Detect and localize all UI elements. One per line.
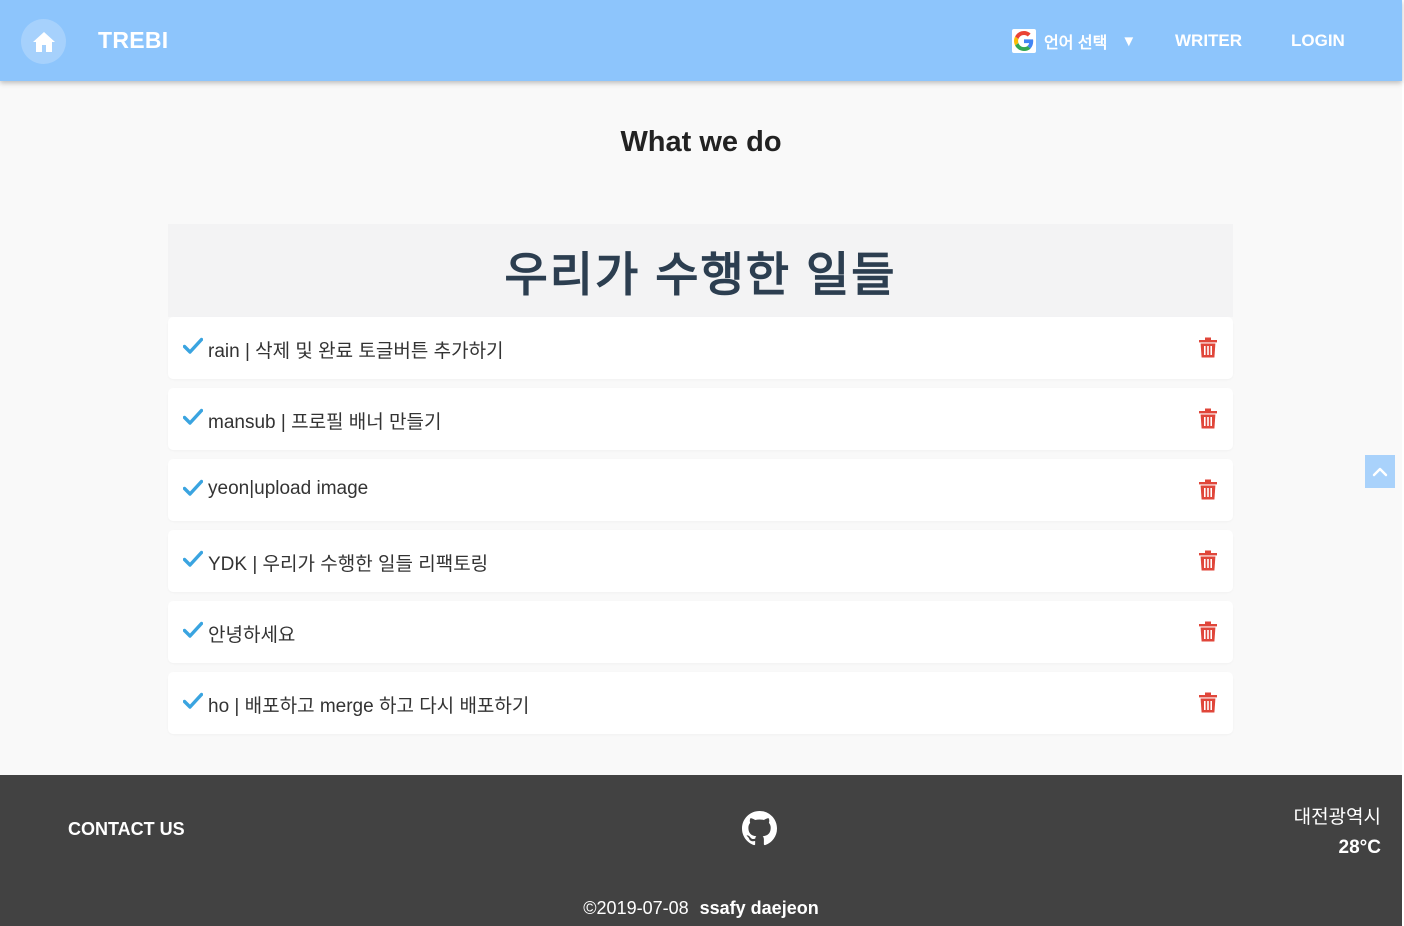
footer: CONTACT US 대전광역시 28°C ©2019-07-08 ssafy … bbox=[0, 775, 1402, 926]
check-icon[interactable] bbox=[183, 550, 203, 568]
todo-text: yeon|upload image bbox=[208, 478, 369, 499]
scroll-to-top-button[interactable] bbox=[1365, 455, 1395, 488]
caret-down-icon: ▼ bbox=[1121, 32, 1137, 50]
check-icon[interactable] bbox=[183, 621, 203, 639]
github-icon[interactable] bbox=[742, 811, 777, 846]
top-app-bar: TREBI 언어 선택 ▼ WRITER LOGIN bbox=[0, 0, 1402, 81]
weather-city: 대전광역시 bbox=[1293, 807, 1381, 828]
language-label: 언어 선택 bbox=[1044, 35, 1108, 52]
copyright-date: ©2019-07-08 bbox=[583, 898, 689, 918]
brand-title[interactable]: TREBI bbox=[98, 27, 169, 54]
page: TREBI 언어 선택 ▼ WRITER LOGIN What we do 우리… bbox=[0, 0, 1402, 926]
nav-writer[interactable]: WRITER bbox=[1175, 31, 1242, 51]
chevron-up-icon bbox=[1372, 467, 1388, 476]
section-title: What we do bbox=[620, 126, 782, 158]
nav-login[interactable]: LOGIN bbox=[1291, 31, 1345, 51]
todo-item: mansub | 프로필 배너 만들기 bbox=[168, 388, 1233, 450]
todo-list: rain | 삭제 및 완료 토글버튼 추가하기 mansub | 프로필 배너… bbox=[168, 317, 1233, 743]
todo-text: ho | 배포하고 merge 하고 다시 배포하기 bbox=[208, 696, 530, 717]
copyright: ©2019-07-08 ssafy daejeon bbox=[0, 898, 1402, 919]
trash-icon[interactable] bbox=[1199, 337, 1217, 358]
board-header: 우리가 수행한 일들 bbox=[168, 224, 1233, 317]
home-icon bbox=[32, 31, 55, 52]
check-icon[interactable] bbox=[183, 692, 203, 710]
check-icon[interactable] bbox=[183, 337, 203, 355]
google-icon bbox=[1012, 29, 1036, 53]
trash-icon[interactable] bbox=[1199, 621, 1217, 642]
trash-icon[interactable] bbox=[1199, 550, 1217, 571]
todo-item: ho | 배포하고 merge 하고 다시 배포하기 bbox=[168, 672, 1233, 734]
home-button[interactable] bbox=[21, 19, 66, 64]
todo-text: rain | 삭제 및 완료 토글버튼 추가하기 bbox=[208, 341, 504, 362]
todo-text: 안녕하세요 bbox=[208, 625, 296, 646]
todo-text: YDK | 우리가 수행한 일들 리팩토링 bbox=[208, 554, 489, 575]
copyright-org: ssafy daejeon bbox=[699, 898, 819, 918]
weather-widget: 대전광역시 28°C bbox=[1294, 802, 1381, 859]
check-icon[interactable] bbox=[183, 408, 203, 426]
board-title: 우리가 수행한 일들 bbox=[504, 248, 897, 301]
trash-icon[interactable] bbox=[1199, 408, 1217, 429]
weather-temperature: 28°C bbox=[1338, 837, 1381, 858]
todo-item: 안녕하세요 bbox=[168, 601, 1233, 663]
todo-text: mansub | 프로필 배너 만들기 bbox=[208, 412, 442, 433]
contact-us-link[interactable]: CONTACT US bbox=[68, 819, 185, 840]
todo-item: yeon|upload image bbox=[168, 459, 1233, 521]
trash-icon[interactable] bbox=[1199, 692, 1217, 713]
todo-item: rain | 삭제 및 완료 토글버튼 추가하기 bbox=[168, 317, 1233, 379]
todo-item: YDK | 우리가 수행한 일들 리팩토링 bbox=[168, 530, 1233, 592]
check-icon[interactable] bbox=[183, 479, 203, 497]
trash-icon[interactable] bbox=[1199, 479, 1217, 500]
language-select[interactable]: 언어 선택 ▼ bbox=[1012, 28, 1136, 54]
